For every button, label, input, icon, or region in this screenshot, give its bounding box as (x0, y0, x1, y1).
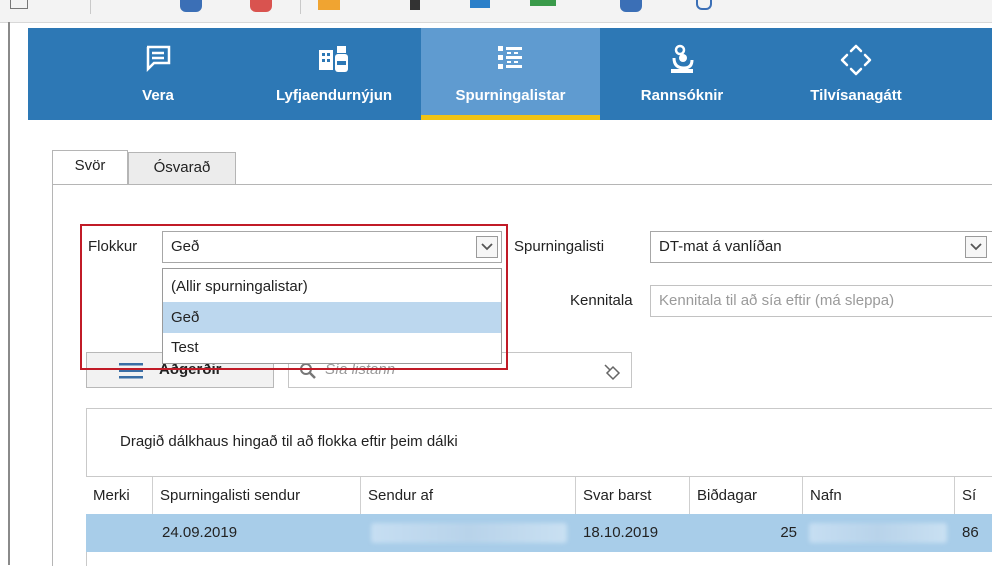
tab-svor[interactable]: Svör (52, 150, 128, 185)
cell-wait-days: 25 (780, 524, 797, 541)
cell-name (803, 514, 955, 552)
main-navbar: Vera Lyfjaendurnýjun Spurningalistar Ran… (28, 28, 992, 120)
cell-sent: 24.09.2019 (162, 524, 238, 541)
folder-icon[interactable] (318, 0, 340, 10)
toolbar-separator (90, 0, 91, 14)
nav-item-tilvisanagatt[interactable]: Tilvísanagátt (790, 28, 922, 120)
close-icon[interactable] (410, 0, 420, 10)
questionnaire-select[interactable]: DT-mat á vanlíðan (650, 231, 992, 263)
window-icon[interactable] (10, 0, 28, 9)
column-header-phone[interactable]: Sí (955, 477, 992, 515)
bars-icon[interactable] (470, 0, 490, 8)
nav-item-label: Rannsóknir (640, 87, 724, 104)
window-frame (8, 22, 10, 565)
medicine-icon (319, 46, 348, 72)
column-header-sent-by[interactable]: Sendur af (361, 477, 576, 515)
ssn-placeholder: Kennitala til að sía eftir (má sleppa) (659, 292, 895, 309)
globe-icon[interactable] (180, 0, 202, 12)
column-header-name[interactable]: Nafn (803, 477, 955, 515)
column-header-wait-days[interactable]: Biðdagar (690, 477, 803, 515)
nav-item-label: Lyfjaendurnýjun (275, 87, 393, 104)
column-header-answered[interactable]: Svar barst (576, 477, 690, 515)
table-row[interactable]: 24.09.2019 18.10.2019 25 86 (86, 514, 992, 552)
grid-header-row: Merki Spurningalisti sendur Sendur af Sv… (86, 476, 992, 516)
tab-osvarad[interactable]: Ósvarað (128, 152, 236, 185)
nav-item-label: Spurningalistar (455, 87, 566, 104)
tab-label: Svör (74, 157, 106, 174)
nav-item-spurningalistar[interactable]: Spurningalistar (421, 28, 600, 120)
portal-icon (840, 44, 872, 76)
tab-label: Ósvarað (153, 159, 211, 176)
active-indicator (421, 115, 600, 120)
help-icon[interactable] (620, 0, 642, 12)
clear-filter-icon[interactable] (601, 361, 621, 381)
cell-phone: 86 (962, 524, 979, 541)
chevron-icon[interactable] (696, 0, 712, 10)
questionnaire-value: DT-mat á vanlíðan (659, 238, 782, 255)
group-by-hint: Dragið dálkhaus hingað til að flokka eft… (120, 433, 458, 450)
ssn-label: Kennitala (570, 292, 633, 309)
cell-merki (86, 514, 153, 552)
chevron-down-icon[interactable] (965, 236, 987, 258)
toolbar-strip (0, 0, 992, 23)
redacted-block (371, 523, 567, 543)
nav-item-vera[interactable]: Vera (120, 28, 196, 120)
record-icon[interactable] (250, 0, 272, 12)
nav-item-rannsoknir[interactable]: Rannsóknir (624, 28, 740, 120)
questionnaire-label: Spurningalisti (514, 238, 605, 255)
column-header-sent[interactable]: Spurningalisti sendur (153, 477, 361, 515)
nav-item-label: Tilvísanagátt (810, 87, 902, 104)
chart-icon[interactable] (530, 0, 556, 6)
message-icon (146, 45, 171, 72)
checklist-icon (497, 46, 522, 69)
nav-item-lyfjaendurnyjun[interactable]: Lyfjaendurnýjun (250, 28, 418, 120)
ssn-input[interactable]: Kennitala til að sía eftir (má sleppa) (650, 285, 992, 317)
redacted-block (809, 523, 947, 543)
highlight-box (80, 224, 508, 370)
cell-sent-by (361, 514, 576, 552)
cell-answered: 18.10.2019 (583, 524, 659, 541)
microscope-icon (671, 44, 694, 73)
column-header-merki[interactable]: Merki (86, 477, 153, 515)
nav-item-label: Vera (142, 87, 174, 104)
toolbar-separator (300, 0, 301, 14)
